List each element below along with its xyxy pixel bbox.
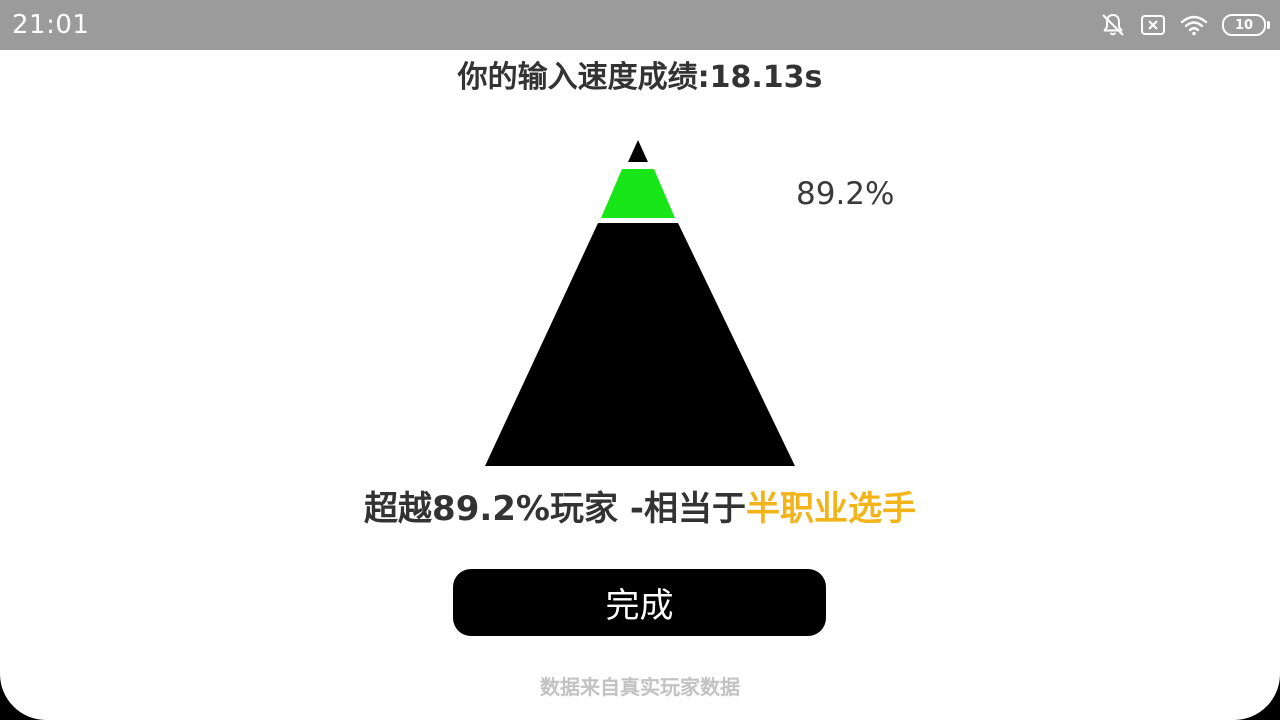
wifi-icon	[1180, 14, 1208, 36]
score-title: 你的输入速度成绩:18.13s	[457, 60, 823, 95]
status-bar: 21:01 10	[0, 0, 1280, 50]
pyramid-current-tier	[601, 169, 675, 218]
rank-title: 半职业选手	[745, 489, 916, 529]
pyramid-base-tier	[485, 223, 795, 466]
battery-level: 10	[1234, 17, 1254, 33]
rank-summary: 超越89.2%玩家 -相当于半职业选手	[0, 486, 1280, 532]
data-source-note: 数据来自真实玩家数据	[540, 675, 740, 699]
result-screen: 21:01 10 你的输入速度成绩:18.13s 89.2% 超越89.2%玩家…	[0, 0, 1280, 720]
rank-pyramid	[485, 140, 795, 466]
pyramid-top-tier	[628, 140, 648, 162]
percentile-label: 89.2%	[796, 176, 895, 212]
done-button[interactable]: 完成	[453, 569, 826, 636]
status-icons: 10	[1100, 12, 1270, 38]
notifications-off-icon	[1100, 12, 1126, 38]
rank-summary-text: 超越89.2%玩家 -相当于	[364, 489, 746, 529]
battery-icon: 10	[1222, 14, 1270, 36]
sim-card-icon	[1140, 14, 1166, 36]
status-time: 21:01	[12, 10, 90, 40]
